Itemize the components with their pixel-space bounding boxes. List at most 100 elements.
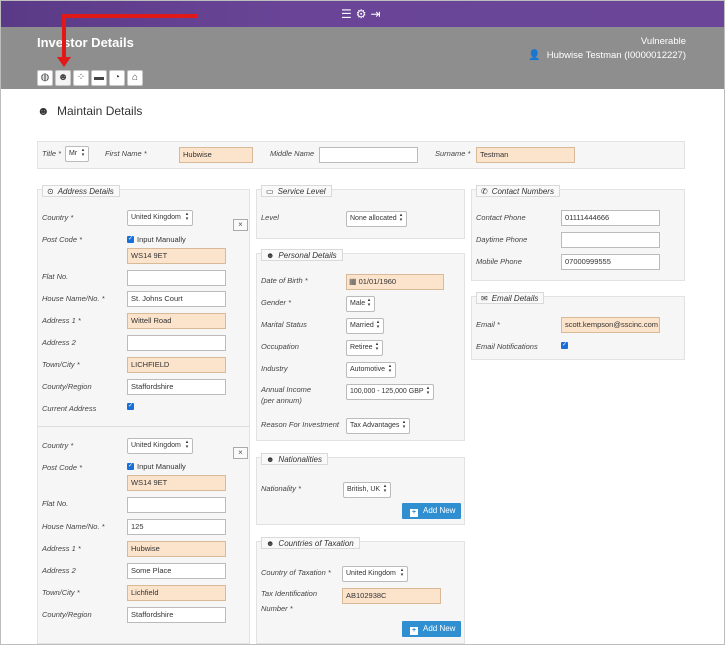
email-label: Email * xyxy=(476,320,500,329)
tax-country-label: Country of Taxation * xyxy=(261,568,331,577)
county-label-2: County/Region xyxy=(42,610,92,619)
person-card-icon: ☻ xyxy=(266,455,275,464)
income-select[interactable]: 100,000 - 125,000 GBP xyxy=(346,384,434,400)
service-legend-text: Service Level xyxy=(277,187,326,196)
email-notifications-checkbox[interactable]: ✓ xyxy=(561,342,568,349)
post-code-label: Post Code * xyxy=(42,235,83,244)
address2-field[interactable] xyxy=(127,335,226,351)
app-frame: ☰⚙⇥ Investor Details Vulnerable 👤 Hubwise… xyxy=(0,0,725,645)
flat-field[interactable] xyxy=(127,270,226,286)
income-label-2: (per annum) xyxy=(261,396,302,405)
flat-label: Flat No. xyxy=(42,272,69,281)
service-level-panel: ▭ Service Level Level None allocated xyxy=(256,185,465,239)
post-code-field-2[interactable]: WS14 9ET xyxy=(127,475,226,491)
country-label: Country * xyxy=(42,213,74,222)
title-select[interactable]: Mr xyxy=(65,146,89,162)
input-manually-label-2: Input Manually xyxy=(137,462,186,471)
contact-numbers-panel: ✆ Contact Numbers Contact Phone 011114446… xyxy=(471,185,685,281)
tab-globe[interactable]: ◍ xyxy=(37,70,53,86)
mobile-phone-field[interactable]: 07000999555 xyxy=(561,254,660,270)
country-label-2: Country * xyxy=(42,441,74,450)
service-level-legend: ▭ Service Level xyxy=(261,185,332,197)
email-notifications-label: Email Notifications xyxy=(476,342,538,351)
county-label: County/Region xyxy=(42,382,92,391)
calendar-icon[interactable]: ▦ xyxy=(349,277,357,286)
surname-label: Surname * xyxy=(435,149,471,158)
name-row-panel: Title * Mr First Name * Hubwise Middle N… xyxy=(37,141,685,169)
county-field[interactable]: Staffordshire xyxy=(127,379,226,395)
tab-bank[interactable]: ⌂ xyxy=(127,70,143,86)
person-card-icon: ☻ xyxy=(266,251,275,260)
county-field-2[interactable]: Staffordshire xyxy=(127,607,226,623)
tab-person[interactable]: ☻ xyxy=(55,70,71,86)
contact-phone-field[interactable]: 01111444666 xyxy=(561,210,660,226)
email-legend-text: Email Details xyxy=(491,294,539,303)
input-manually-checkbox[interactable]: ✓ xyxy=(127,236,134,243)
house-field-2[interactable]: 125 xyxy=(127,519,226,535)
level-label: Level xyxy=(261,213,279,222)
flat-field-2[interactable] xyxy=(127,497,226,513)
dob-value: 01/01/1960 xyxy=(358,277,397,286)
email-field[interactable]: scott.kempson@sscinc.com xyxy=(561,317,660,333)
add-taxation-label: Add New xyxy=(423,624,456,633)
post-code-field[interactable]: WS14 9ET xyxy=(127,248,226,264)
remove-address-button-2[interactable]: × xyxy=(233,447,248,459)
industry-select[interactable]: Automotive xyxy=(346,362,396,378)
occupation-label: Occupation xyxy=(261,342,299,351)
address1-field-2[interactable]: Hubwise xyxy=(127,541,226,557)
personal-details-panel: ☻ Personal Details Date of Birth * ▦ 01/01… xyxy=(256,249,465,441)
menu-icon[interactable]: ☰ xyxy=(341,7,356,21)
taxation-panel: ☻ Countries of Taxation Country of Taxati… xyxy=(256,537,465,644)
gender-select[interactable]: Male xyxy=(346,296,375,312)
gear-icon[interactable]: ⚙ xyxy=(356,7,371,21)
nationality-select[interactable]: British, UK xyxy=(343,482,391,498)
tab-folder[interactable]: ▬ xyxy=(91,70,107,86)
add-nationality-label: Add New xyxy=(423,506,456,515)
post-code-label-2: Post Code * xyxy=(42,463,83,472)
tab-pie-chart[interactable]: ◔ xyxy=(109,70,125,86)
town-field[interactable]: LICHFIELD xyxy=(127,357,226,373)
current-address-checkbox[interactable]: ✓ xyxy=(127,403,134,410)
address2-field-2[interactable]: Some Place xyxy=(127,563,226,579)
middle-name-field[interactable] xyxy=(319,147,418,163)
address1-field[interactable]: Wittell Road xyxy=(127,313,226,329)
remove-address-button[interactable]: × xyxy=(233,219,248,231)
level-select[interactable]: None allocated xyxy=(346,211,407,227)
add-nationality-button[interactable]: + Add New xyxy=(402,503,462,519)
reason-label: Reason For Investment xyxy=(261,420,339,429)
logout-icon[interactable]: ⇥ xyxy=(371,7,385,21)
email-details-panel: ✉ Email Details Email * scott.kempson@ssc… xyxy=(471,292,685,360)
daytime-phone-field[interactable] xyxy=(561,232,660,248)
address-details-legend: ⊙ Address Details xyxy=(42,185,120,197)
add-taxation-button[interactable]: + Add New xyxy=(402,621,462,637)
vulnerable-label: Vulnerable xyxy=(640,36,686,47)
gender-label: Gender * xyxy=(261,298,292,307)
town-field-2[interactable]: Lichfield xyxy=(127,585,226,601)
reason-select[interactable]: Tax Advantages xyxy=(346,418,410,434)
tab-bar: ◍ ☻ ⁘ ▬ ◔ ⌂ xyxy=(37,70,143,86)
plus-icon: + xyxy=(410,627,418,635)
map-pin-icon: ⊙ xyxy=(47,187,54,196)
country-select-2[interactable]: United Kingdom xyxy=(127,438,193,454)
dob-field[interactable]: ▦ 01/01/1960 xyxy=(346,274,444,290)
tab-group[interactable]: ⁘ xyxy=(73,70,89,86)
tax-country-select[interactable]: United Kingdom xyxy=(342,566,408,582)
house-label-2: House Name/No. * xyxy=(42,522,105,531)
person-icon: ☻ xyxy=(57,72,69,83)
person-card-icon: ☻ xyxy=(266,539,275,548)
first-name-field[interactable]: Hubwise xyxy=(179,147,253,163)
daytime-phone-label: Daytime Phone xyxy=(476,235,528,244)
address-details-panel: ⊙ Address Details Country * United Kingdo… xyxy=(37,185,250,644)
person-card-icon: ☻ xyxy=(37,104,50,118)
annotation-arrow-head xyxy=(57,57,71,67)
country-select[interactable]: United Kingdom xyxy=(127,210,193,226)
house-field[interactable]: St. Johns Court xyxy=(127,291,226,307)
occupation-select[interactable]: Retiree xyxy=(346,340,383,356)
address1-label: Address 1 * xyxy=(42,316,81,325)
envelope-icon: ✉ xyxy=(481,294,488,303)
marital-select[interactable]: Married xyxy=(346,318,384,334)
surname-field[interactable]: Testman xyxy=(476,147,575,163)
tin-field[interactable]: AB102938C xyxy=(342,588,441,604)
input-manually-checkbox-2[interactable]: ✓ xyxy=(127,463,134,470)
contact-numbers-legend: ✆ Contact Numbers xyxy=(476,185,560,197)
